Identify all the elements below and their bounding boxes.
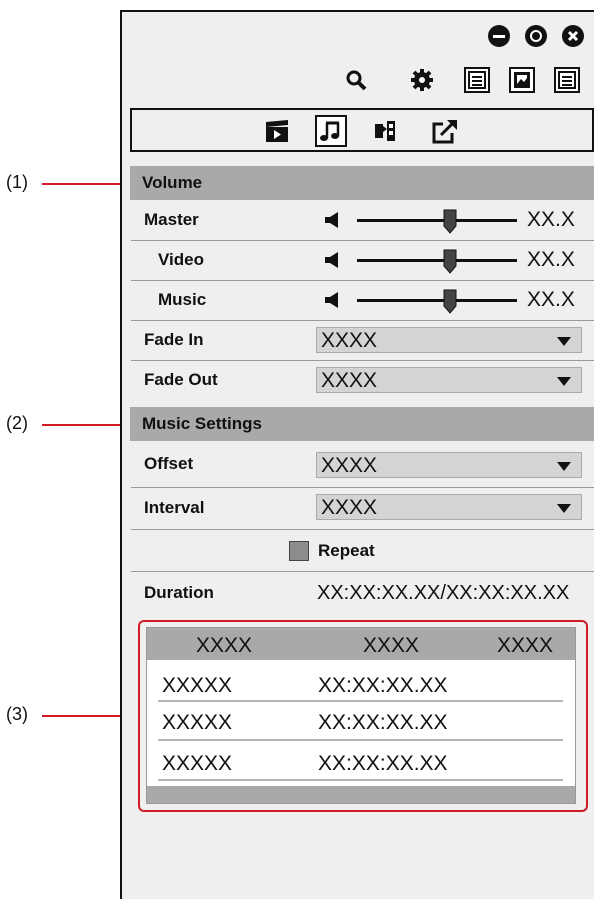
clip-icon[interactable] xyxy=(264,118,290,144)
table-cell: XX:XX:XX.XX xyxy=(318,711,448,734)
fade-out-value: XXXX xyxy=(321,369,378,392)
interval-dropdown[interactable]: XXXX xyxy=(316,494,582,520)
interval-label: Interval xyxy=(144,498,205,517)
image-view-icon[interactable] xyxy=(509,67,535,93)
volume-slider-track[interactable] xyxy=(357,219,517,222)
chevron-down-icon xyxy=(557,462,571,471)
interval-value: XXXX xyxy=(321,496,378,519)
row-divider xyxy=(158,739,563,741)
volume-section-header[interactable]: Volume xyxy=(130,166,594,200)
volume-section-title: Volume xyxy=(142,173,203,192)
speaker-icon[interactable] xyxy=(323,290,343,310)
volume-slider-thumb[interactable] xyxy=(443,248,457,274)
fade-in-label: Fade In xyxy=(144,330,204,349)
table-header-cell[interactable]: XXXX xyxy=(196,634,252,658)
chevron-down-icon xyxy=(557,337,571,346)
callout-2: (2) xyxy=(6,413,28,433)
volume-slider-thumb[interactable] xyxy=(443,288,457,314)
fade-in-value: XXXX xyxy=(321,329,378,352)
offset-dropdown[interactable]: XXXX xyxy=(316,452,582,478)
music-icon[interactable] xyxy=(315,115,347,147)
gear-icon[interactable] xyxy=(410,68,434,92)
fade-out-label: Fade Out xyxy=(144,370,218,389)
table-cell: XXXXX xyxy=(162,752,233,775)
volume-slider-track[interactable] xyxy=(357,299,517,302)
detail-view-icon[interactable] xyxy=(554,67,580,93)
music-label: Music xyxy=(158,290,207,309)
speaker-icon[interactable] xyxy=(323,250,343,270)
callout-3: (3) xyxy=(6,704,28,724)
table-cell: XXXXX xyxy=(162,711,233,734)
music-settings-title: Music Settings xyxy=(142,414,262,433)
offset-value: XXXX xyxy=(321,454,378,477)
volume-slider-track[interactable] xyxy=(357,259,517,262)
table-footer xyxy=(147,786,575,803)
table-cell: XX:XX:XX.XX xyxy=(318,674,448,697)
close-icon[interactable] xyxy=(562,25,584,47)
duration-label: Duration xyxy=(144,583,214,602)
volume-value: XX.X xyxy=(527,208,575,231)
minimize-icon[interactable] xyxy=(488,25,510,47)
fade-out-dropdown[interactable]: XXXX xyxy=(316,367,582,393)
tab-bar xyxy=(130,108,594,152)
volume-value: XX.X xyxy=(527,288,575,311)
restore-icon[interactable] xyxy=(525,25,547,47)
video-label: Video xyxy=(158,250,204,269)
music-settings-section-header[interactable]: Music Settings xyxy=(130,407,594,441)
duration-value: XX:XX:XX.XX/XX:XX:XX.XX xyxy=(317,582,570,604)
table-header-cell[interactable]: XXXX xyxy=(497,634,553,658)
export-icon[interactable] xyxy=(431,117,459,145)
offset-label: Offset xyxy=(144,454,194,473)
callout-1: (1) xyxy=(6,172,28,192)
table-cell: XXXXX xyxy=(162,674,233,697)
chevron-down-icon xyxy=(557,377,571,386)
row-divider xyxy=(158,700,563,702)
repeat-label: Repeat xyxy=(318,541,375,560)
repeat-checkbox[interactable] xyxy=(289,541,309,561)
effects-icon[interactable] xyxy=(372,118,398,144)
master-label: Master xyxy=(144,210,199,229)
chevron-down-icon xyxy=(557,504,571,513)
divider xyxy=(131,529,594,530)
row-divider xyxy=(158,779,563,781)
table-header-cell[interactable]: XXXX xyxy=(363,634,419,658)
volume-value: XX.X xyxy=(527,248,575,271)
volume-slider-thumb[interactable] xyxy=(443,208,457,234)
fade-in-dropdown[interactable]: XXXX xyxy=(316,327,582,353)
table-cell: XX:XX:XX.XX xyxy=(318,752,448,775)
list-view-icon[interactable] xyxy=(464,67,490,93)
search-icon[interactable] xyxy=(344,68,368,92)
speaker-icon[interactable] xyxy=(323,210,343,230)
